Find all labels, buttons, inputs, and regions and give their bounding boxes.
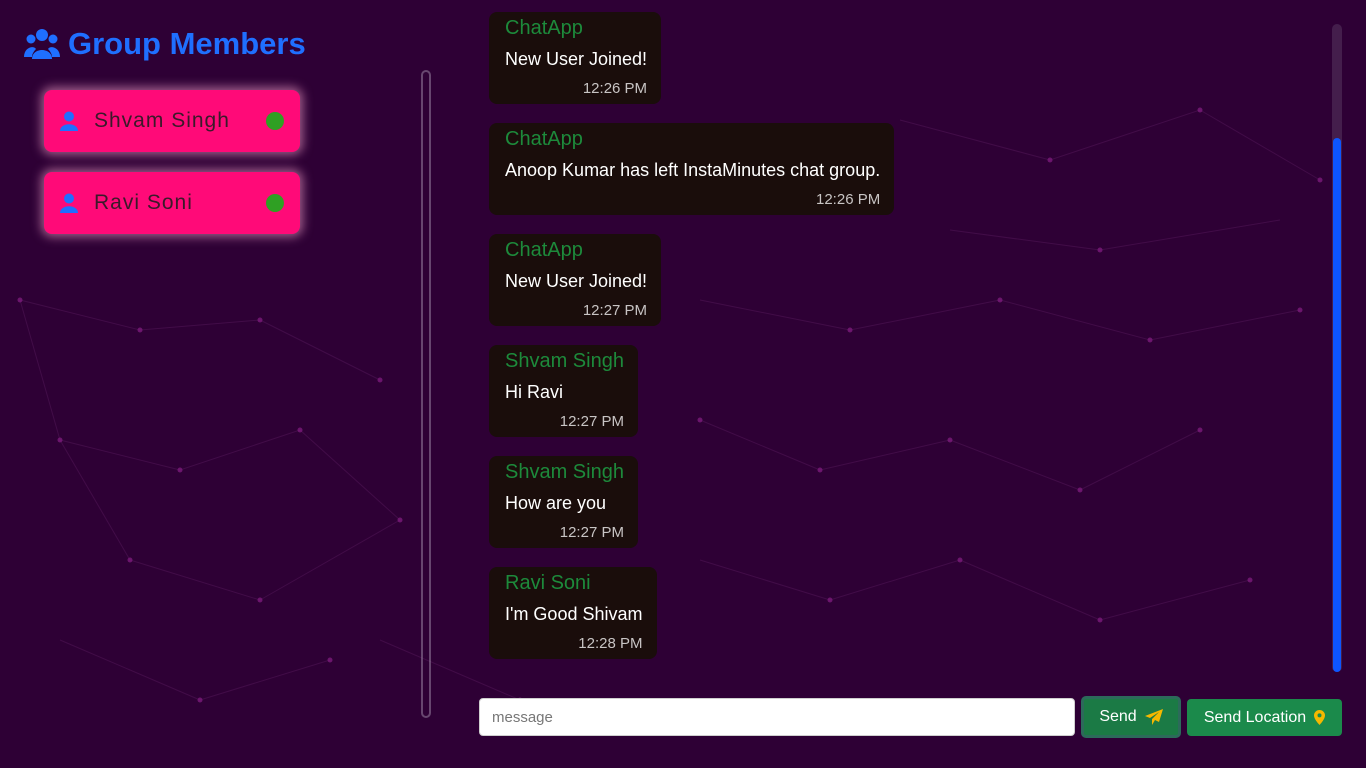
sidebar-header: Group Members [24, 26, 306, 62]
message-text: New User Joined! [505, 49, 648, 69]
send-location-button[interactable]: Send Location [1187, 699, 1342, 736]
message-text: Hi Ravi [505, 382, 564, 402]
message-time: 12:26 PM [816, 191, 881, 208]
user-icon [60, 111, 78, 131]
member-card[interactable]: Ravi Soni [44, 172, 300, 234]
map-marker-icon [1314, 710, 1326, 725]
chat-messages[interactable]: ChatApp New User Joined! 12:26 PM ChatAp… [470, 0, 1350, 680]
member-name: Ravi Soni [94, 191, 193, 214]
member-card[interactable]: Shvam Singh [44, 90, 300, 152]
chat-scrollbar-thumb[interactable] [1333, 138, 1341, 672]
message-bubble: Shvam Singh How are you 12:27 PM [489, 456, 638, 548]
users-icon [24, 29, 60, 59]
message-time: 12:28 PM [578, 635, 643, 652]
sidebar-scrollbar[interactable] [421, 70, 431, 718]
message-sender: ChatApp [505, 239, 583, 261]
message-text: Anoop Kumar has left InstaMinutes chat g… [505, 160, 881, 180]
message-bubble: ChatApp New User Joined! 12:27 PM [489, 234, 662, 326]
message-bubble: ChatApp New User Joined! 12:26 PM [489, 12, 662, 104]
sidebar-title: Group Members [68, 26, 306, 61]
message-time: 12:27 PM [559, 524, 624, 541]
user-icon [60, 193, 78, 213]
message-text: I'm Good Shivam [505, 604, 643, 624]
message-time: 12:26 PM [582, 80, 648, 97]
message-input[interactable] [479, 698, 1075, 736]
message-time: 12:27 PM [582, 302, 648, 319]
member-name: Shvam Singh [94, 109, 230, 132]
message-bubble: ChatApp Anoop Kumar has left InstaMinute… [489, 123, 895, 215]
message-sender: ChatApp [505, 17, 583, 39]
send-button[interactable]: Send [1081, 696, 1181, 738]
message-bubble: Shvam Singh Hi Ravi 12:27 PM [489, 345, 638, 437]
online-status-dot [266, 194, 284, 212]
message-text: New User Joined! [505, 271, 648, 291]
send-location-label: Send Location [1203, 708, 1307, 726]
members-sidebar: Group Members Shvam Singh Ravi Soni [0, 0, 440, 768]
paper-plane-icon [1144, 709, 1163, 725]
message-sender: Ravi Soni [505, 572, 591, 594]
message-sender: ChatApp [505, 128, 583, 150]
chat-scrollbar[interactable] [1332, 24, 1342, 672]
send-button-label: Send [1099, 708, 1137, 725]
online-status-dot [266, 112, 284, 130]
message-bubble: Ravi Soni I'm Good Shivam 12:28 PM [489, 567, 657, 659]
message-time: 12:27 PM [559, 413, 624, 430]
message-sender: Shvam Singh [505, 350, 624, 372]
message-sender: Shvam Singh [505, 461, 624, 483]
message-text: How are you [505, 493, 607, 513]
